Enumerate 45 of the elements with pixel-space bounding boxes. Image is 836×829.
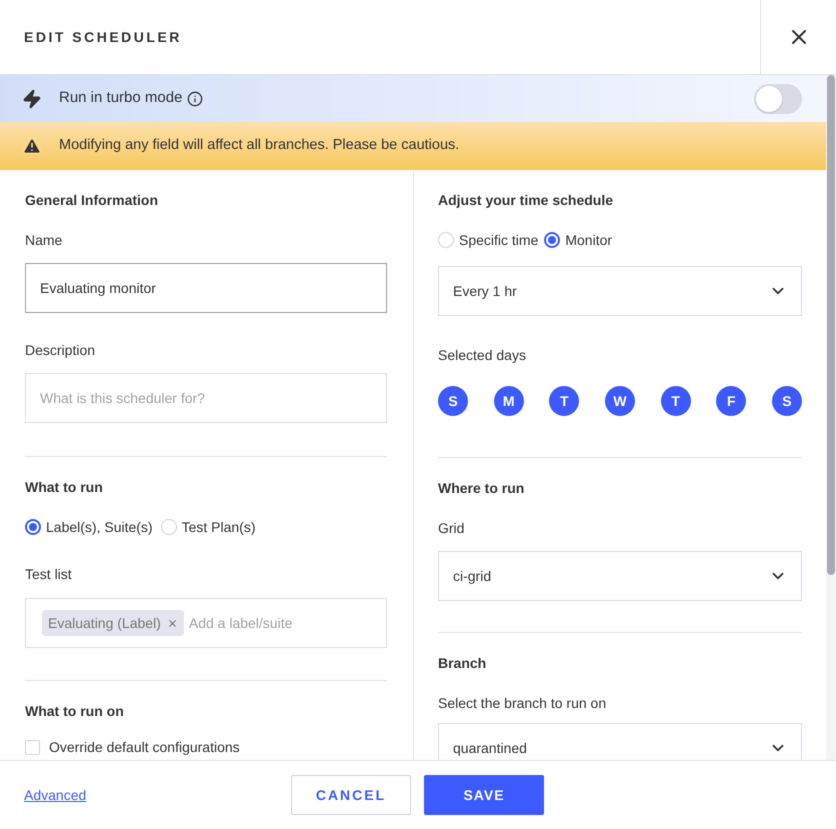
section-heading: Branch — [438, 654, 488, 673]
lightning-icon — [22, 88, 42, 108]
field-label: Select the branch to run on — [438, 694, 608, 713]
day-toggle[interactable]: S — [772, 386, 802, 416]
radio-option[interactable]: Test Plan(s) — [160, 517, 256, 537]
dropdown[interactable]: Every 1 hr — [438, 266, 802, 316]
section-heading: What to run — [25, 478, 104, 497]
day-toggle[interactable]: S — [438, 386, 468, 416]
field-label: Test list — [25, 565, 73, 584]
section-heading: What to run on — [25, 702, 125, 721]
section-heading: General Information — [25, 191, 160, 210]
toggle-switch[interactable] — [754, 84, 802, 114]
field-label: Grid — [438, 519, 466, 538]
radio-option[interactable]: Label(s), Suite(s) — [25, 517, 153, 537]
info-icon — [187, 90, 204, 106]
dropdown[interactable]: ci-grid — [438, 551, 802, 601]
advanced-link[interactable]: Advanced — [24, 784, 86, 806]
test-list-field[interactable]: Evaluating (Label) Add a label/suite — [25, 598, 387, 648]
name-field[interactable]: Evaluating monitor — [25, 263, 387, 313]
day-toggle[interactable]: W — [604, 386, 635, 416]
section-heading: Where to run — [438, 479, 526, 498]
radio-option[interactable]: Specific time — [438, 230, 538, 250]
section-heading: Adjust your time schedule — [438, 191, 614, 210]
cancel-button[interactable]: CANCEL — [291, 775, 411, 815]
field-label: Selected days — [438, 346, 527, 365]
save-button[interactable]: SAVE — [424, 775, 544, 815]
day-toggle[interactable]: M — [494, 386, 524, 416]
checkbox-label: Override default configurations — [49, 738, 240, 757]
day-toggle[interactable]: F — [716, 386, 746, 416]
field-label: Name — [25, 231, 64, 250]
day-toggle[interactable]: T — [660, 386, 691, 416]
radio-option[interactable]: Monitor — [544, 230, 612, 250]
placeholder-text: Add a label/suite — [188, 614, 292, 633]
field-label: Description — [25, 341, 96, 360]
tag-chip: Evaluating (Label) — [42, 610, 184, 636]
turbo-label: Run in turbo mode — [59, 88, 182, 108]
scrollbar-thumb[interactable] — [827, 75, 835, 575]
description-field[interactable]: What is this scheduler for? — [25, 373, 387, 423]
checkbox[interactable] — [25, 740, 40, 754]
remove-icon[interactable] — [166, 618, 178, 628]
dropdown[interactable]: quarantined — [438, 723, 802, 760]
dialog-title: EDIT SCHEDULER — [24, 28, 182, 46]
day-toggle[interactable]: T — [549, 386, 580, 416]
warning-text: Modifying any field will affect all branches. Please be cautious. — [59, 136, 460, 156]
warning-icon — [22, 136, 42, 156]
